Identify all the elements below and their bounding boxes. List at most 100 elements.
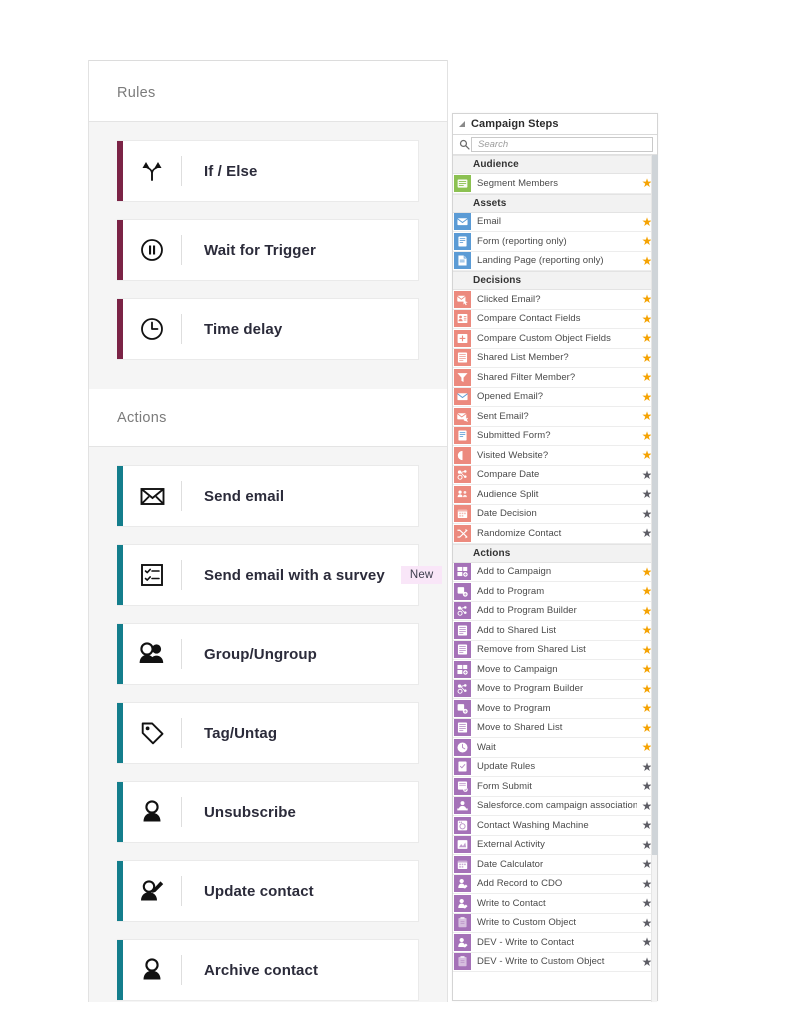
step-card-label-wrap: Wait for Trigger — [182, 242, 316, 259]
collapse-triangle-icon[interactable] — [459, 121, 465, 127]
compare-date-icon — [454, 466, 471, 484]
step-card[interactable]: Update contact — [117, 860, 419, 922]
campaign-step-row[interactable]: Add to Program Builder ★ — [453, 601, 657, 621]
campaign-step-row[interactable]: Remove from Shared List ★ — [453, 640, 657, 660]
campaign-step-row[interactable]: Form (reporting only) ★ — [453, 232, 657, 252]
campaign-step-row[interactable]: Shared Filter Member? ★ — [453, 368, 657, 388]
scrollbar-thumb[interactable] — [652, 155, 658, 855]
campaign-step-label: Segment Members — [477, 177, 559, 189]
campaign-steps-search-row: Search — [453, 135, 657, 155]
add-to-shared-list-icon — [454, 621, 471, 639]
move-to-program-builder-icon — [454, 680, 471, 698]
section-title: Actions — [117, 409, 167, 426]
campaign-step-row[interactable]: Contact Washing Machine ★ — [453, 816, 657, 836]
step-card-label: Archive contact — [204, 961, 319, 979]
person-icon — [123, 799, 181, 825]
campaign-step-row[interactable]: Date Decision ★ — [453, 504, 657, 524]
campaign-step-row[interactable]: Move to Shared List ★ — [453, 718, 657, 738]
campaign-step-row[interactable]: Add to Campaign ★ — [453, 562, 657, 582]
campaign-step-row[interactable]: Compare Date ★ — [453, 465, 657, 485]
step-card-label: Wait for Trigger — [204, 241, 316, 259]
campaign-step-label: Opened Email? — [477, 391, 544, 403]
campaign-step-row[interactable]: Segment Members ★ — [453, 174, 657, 194]
move-to-program-icon — [454, 699, 471, 717]
compare-contact-fields-icon — [454, 310, 471, 328]
campaign-step-label: Compare Custom Object Fields — [477, 332, 611, 344]
campaign-step-label: Date Calculator — [477, 858, 544, 870]
campaign-step-label: Add to Program — [477, 585, 545, 597]
campaign-step-row[interactable]: Form Submit ★ — [453, 777, 657, 797]
campaign-step-row[interactable]: Add to Shared List ★ — [453, 621, 657, 641]
campaign-step-row[interactable]: Move to Program Builder ★ — [453, 679, 657, 699]
campaign-step-row[interactable]: Clicked Email? ★ — [453, 290, 657, 310]
campaign-step-row[interactable]: Compare Custom Object Fields ★ — [453, 329, 657, 349]
campaign-step-row[interactable]: Salesforce.com campaign association ★ — [453, 796, 657, 816]
section-header-rules: Rules — [89, 64, 447, 122]
campaign-step-row[interactable]: Move to Program ★ — [453, 699, 657, 719]
campaign-steps-scrollbar[interactable] — [651, 155, 658, 1002]
person-icon — [123, 957, 181, 983]
step-card[interactable]: Unsubscribe — [117, 781, 419, 843]
campaign-step-label: Move to Program Builder — [477, 683, 584, 695]
step-card-label-wrap: Update contact — [182, 883, 314, 900]
campaign-step-row[interactable]: Wait ★ — [453, 738, 657, 758]
survey-checklist-icon — [123, 562, 181, 588]
campaign-step-label: Submitted Form? — [477, 430, 551, 442]
add-record-to-cdo-icon — [454, 875, 471, 893]
group-header-decisions: Decisions — [453, 271, 657, 290]
step-card[interactable]: Group/Ungroup — [117, 623, 419, 685]
step-card[interactable]: If / Else — [117, 140, 419, 202]
person-edit-icon — [123, 878, 181, 905]
campaign-step-row[interactable]: Update Rules ★ — [453, 757, 657, 777]
section-body-actions: Send email Send email with a survey New G… — [89, 447, 447, 1024]
campaign-step-row[interactable]: Submitted Form? ★ — [453, 426, 657, 446]
campaign-step-row[interactable]: Landing Page (reporting only) ★ — [453, 251, 657, 271]
campaign-step-row[interactable]: DEV - Write to Contact ★ — [453, 933, 657, 953]
step-card[interactable]: Archive contact — [117, 939, 419, 1001]
campaign-step-row[interactable]: Write to Custom Object ★ — [453, 913, 657, 933]
step-card-label-wrap: Group/Ungroup — [182, 646, 317, 663]
audience-split-icon — [454, 485, 471, 503]
campaign-step-row[interactable]: Add to Program ★ — [453, 582, 657, 602]
step-card[interactable]: Send email — [117, 465, 419, 527]
group-header-label: Assets — [473, 197, 507, 209]
dev-write-to-custom-object-icon — [454, 953, 471, 971]
section-body-rules: If / Else Wait for Trigger Time delay — [89, 122, 447, 389]
clock-icon — [123, 316, 181, 342]
campaign-step-row[interactable]: DEV - Write to Custom Object ★ — [453, 952, 657, 972]
group-header-audience: Audience — [453, 155, 657, 174]
campaign-step-row[interactable]: Write to Contact ★ — [453, 894, 657, 914]
campaign-step-row[interactable]: Move to Campaign ★ — [453, 660, 657, 680]
campaign-steps-title: Campaign Steps — [471, 118, 559, 130]
campaign-step-row[interactable]: Visited Website? ★ — [453, 446, 657, 466]
step-card-label: If / Else — [204, 162, 258, 180]
tag-icon — [123, 720, 181, 747]
add-to-program-builder-icon — [454, 602, 471, 620]
search-input[interactable]: Search — [471, 137, 653, 152]
campaign-step-row[interactable]: Randomize Contact ★ — [453, 524, 657, 544]
search-placeholder: Search — [478, 139, 509, 150]
step-card[interactable]: Wait for Trigger — [117, 219, 419, 281]
campaign-step-label: Write to Contact — [477, 897, 546, 909]
campaign-step-label: Move to Campaign — [477, 663, 558, 675]
campaign-step-row[interactable]: Shared List Member? ★ — [453, 348, 657, 368]
campaign-step-row[interactable]: Audience Split ★ — [453, 485, 657, 505]
dev-write-to-contact-icon — [454, 933, 471, 951]
campaign-step-row[interactable]: Sent Email? ★ — [453, 407, 657, 427]
campaign-step-label: Form (reporting only) — [477, 235, 567, 247]
date-decision-icon — [454, 505, 471, 523]
step-card[interactable]: Send email with a survey New — [117, 544, 443, 606]
campaign-step-label: Sent Email? — [477, 410, 529, 422]
step-card[interactable]: Time delay — [117, 298, 419, 360]
campaign-step-row[interactable]: Add Record to CDO ★ — [453, 874, 657, 894]
campaign-step-label: Add to Campaign — [477, 566, 552, 578]
campaign-step-row[interactable]: Email ★ — [453, 212, 657, 232]
step-card[interactable]: Tag/Untag — [117, 702, 419, 764]
step-card-label: Unsubscribe — [204, 803, 296, 821]
campaign-step-row[interactable]: Compare Contact Fields ★ — [453, 309, 657, 329]
landing-page-icon — [454, 252, 471, 270]
contact-washing-machine-icon — [454, 816, 471, 834]
campaign-step-row[interactable]: Date Calculator ★ — [453, 855, 657, 875]
campaign-step-row[interactable]: Opened Email? ★ — [453, 387, 657, 407]
campaign-step-row[interactable]: External Activity ★ — [453, 835, 657, 855]
